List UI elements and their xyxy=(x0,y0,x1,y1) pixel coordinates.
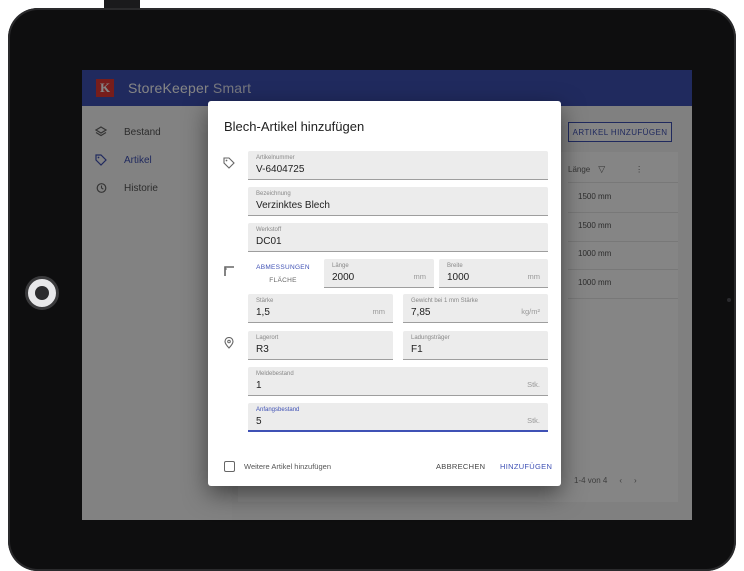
toggle-dimensions-option[interactable]: ABMESSUNGEN xyxy=(248,261,318,274)
length-unit: mm xyxy=(413,272,427,281)
thickness-label: Stärke xyxy=(256,298,274,304)
dialog-footer: Weitere Artikel hinzufügen ABBRECHEN HIN… xyxy=(224,458,554,474)
article-number-label: Artikelnummer xyxy=(256,155,295,161)
min-stock-unit: Stk. xyxy=(527,380,540,389)
storage-location-field[interactable]: Lagerort R3 xyxy=(248,331,393,360)
initial-stock-label: Anfangsbestand xyxy=(256,407,300,413)
length-label: Länge xyxy=(332,263,349,269)
load-carrier-value: F1 xyxy=(411,344,423,355)
description-label: Bezeichnung xyxy=(256,191,291,197)
width-value: 1000 xyxy=(447,272,470,283)
thickness-value: 1,5 xyxy=(256,307,270,318)
width-field[interactable]: Breite 1000 mm xyxy=(439,259,548,288)
submit-add-button[interactable]: HINZUFÜGEN xyxy=(500,462,552,471)
load-carrier-field[interactable]: Ladungsträger F1 xyxy=(403,331,548,360)
material-field[interactable]: Werkstoff DC01 xyxy=(248,223,548,252)
weight-label: Gewicht bei 1 mm Stärke xyxy=(411,298,479,304)
initial-stock-field[interactable]: Anfangsbestand 5 Stk. xyxy=(248,403,548,432)
cancel-button[interactable]: ABBRECHEN xyxy=(436,462,485,471)
load-carrier-label: Ladungsträger xyxy=(411,335,450,341)
length-value: 2000 xyxy=(332,272,355,283)
weight-field[interactable]: Gewicht bei 1 mm Stärke 7,85 kg/m² xyxy=(403,294,548,323)
width-label: Breite xyxy=(447,263,463,269)
min-stock-field[interactable]: Meldebestand 1 Stk. xyxy=(248,367,548,396)
weight-unit: kg/m² xyxy=(521,307,540,316)
min-stock-label: Meldebestand xyxy=(256,371,294,377)
material-value: DC01 xyxy=(256,236,282,247)
tablet-camera-dot xyxy=(727,298,731,302)
dialog-title: Blech-Artikel hinzufügen xyxy=(224,119,365,134)
length-field[interactable]: Länge 2000 mm xyxy=(324,259,434,288)
tag-icon xyxy=(223,157,235,169)
location-pin-icon xyxy=(223,337,235,349)
corner-angle-icon xyxy=(223,265,235,277)
width-unit: mm xyxy=(527,272,541,281)
toggle-area-option[interactable]: FLÄCHE xyxy=(248,274,318,287)
initial-stock-unit: Stk. xyxy=(527,416,540,425)
thickness-unit: mm xyxy=(372,307,386,316)
dimension-mode-toggle: ABMESSUNGEN FLÄCHE xyxy=(248,261,318,291)
thickness-field[interactable]: Stärke 1,5 mm xyxy=(248,294,393,323)
article-number-field[interactable]: Artikelnummer V-6404725 xyxy=(248,151,548,180)
add-sheet-article-dialog: Blech-Artikel hinzufügen Artikelnummer V… xyxy=(208,101,561,486)
initial-stock-value: 5 xyxy=(256,416,262,427)
storage-location-label: Lagerort xyxy=(256,335,279,341)
description-value: Verzinktes Blech xyxy=(256,200,330,211)
storage-location-value: R3 xyxy=(256,344,269,355)
more-articles-checkbox[interactable] xyxy=(224,460,235,472)
tablet-top-tab xyxy=(104,0,140,8)
weight-value: 7,85 xyxy=(411,307,431,318)
description-field[interactable]: Bezeichnung Verzinktes Blech xyxy=(248,187,548,216)
more-articles-label[interactable]: Weitere Artikel hinzufügen xyxy=(244,462,331,471)
material-label: Werkstoff xyxy=(256,227,282,233)
article-number-value: V-6404725 xyxy=(256,164,305,175)
home-button-icon[interactable] xyxy=(25,276,59,310)
min-stock-value: 1 xyxy=(256,380,262,391)
